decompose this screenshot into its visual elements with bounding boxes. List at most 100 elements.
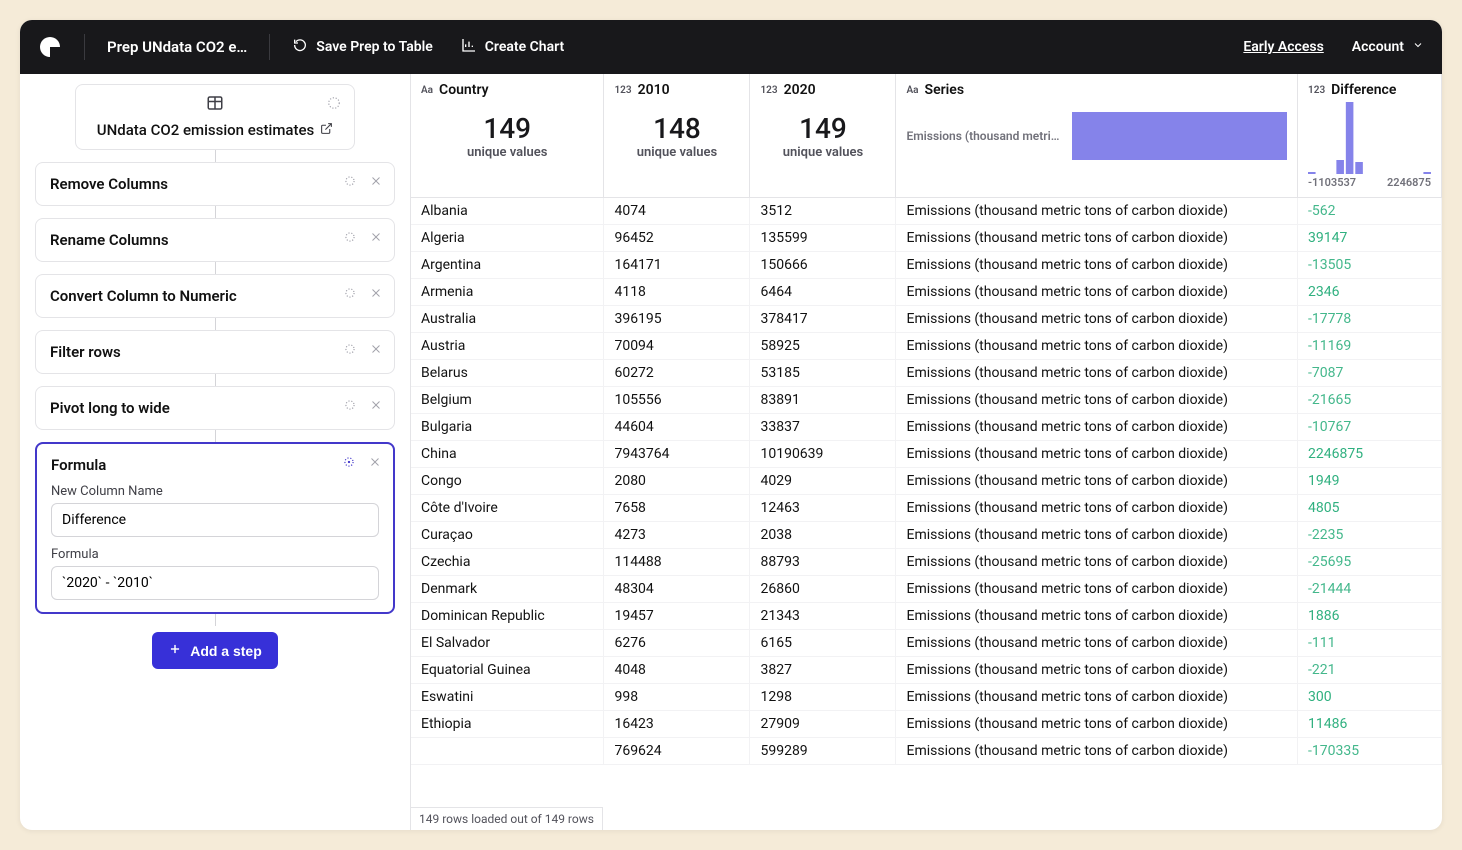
cell-y2010: 19457 [604, 603, 750, 630]
table-row[interactable]: Bulgaria4460433837Emissions (thousand me… [411, 414, 1442, 441]
col-header-series[interactable]: AaSeries Emissions (thousand metri… [896, 74, 1298, 198]
table-row[interactable]: Australia396195378417Emissions (thousand… [411, 306, 1442, 333]
save-prep-button[interactable]: Save Prep to Table [292, 37, 432, 57]
close-icon[interactable] [368, 229, 384, 245]
table-row[interactable]: Denmark4830426860Emissions (thousand met… [411, 576, 1442, 603]
formula-input[interactable] [51, 566, 379, 600]
cell-y2020: 12463 [750, 495, 896, 522]
table-row[interactable]: Argentina164171150666Emissions (thousand… [411, 252, 1442, 279]
save-icon [292, 37, 308, 57]
data-table-wrap[interactable]: AaCountry 149unique values 1232010 148un… [410, 74, 1442, 830]
cell-y2020: 58925 [750, 333, 896, 360]
cell-y2010: 7658 [604, 495, 750, 522]
create-chart-button[interactable]: Create Chart [461, 37, 564, 57]
add-step-button[interactable]: Add a step [152, 632, 278, 669]
cell-y2010: 769624 [604, 738, 750, 765]
close-icon[interactable] [368, 285, 384, 301]
cell-y2010: 105556 [604, 387, 750, 414]
close-icon[interactable] [368, 341, 384, 357]
col-header-2010[interactable]: 1232010 148unique values [604, 74, 750, 198]
cell-y2020: 21343 [750, 603, 896, 630]
step-remove-columns[interactable]: Remove Columns [35, 162, 395, 206]
cell-y2020: 1298 [750, 684, 896, 711]
col-header-2020[interactable]: 1232020 149unique values [750, 74, 896, 198]
refresh-icon[interactable] [342, 285, 358, 301]
cell-series: Emissions (thousand metric tons of carbo… [896, 711, 1298, 738]
source-options-icon[interactable] [326, 95, 342, 111]
col-header-country[interactable]: AaCountry 149unique values [411, 74, 604, 198]
account-label: Account [1352, 39, 1404, 55]
new-column-label: New Column Name [51, 484, 379, 499]
cell-y2010: 4048 [604, 657, 750, 684]
table-row[interactable]: Dominican Republic1945721343Emissions (t… [411, 603, 1442, 630]
cell-y2020: 599289 [750, 738, 896, 765]
table-row[interactable]: El Salvador62766165Emissions (thousand m… [411, 630, 1442, 657]
table-row[interactable]: 769624599289Emissions (thousand metric t… [411, 738, 1442, 765]
col-header-difference[interactable]: 123Difference [1298, 74, 1442, 198]
refresh-icon[interactable] [342, 173, 358, 189]
cell-y2020: 4029 [750, 468, 896, 495]
table-row[interactable]: Albania40743512Emissions (thousand metri… [411, 198, 1442, 225]
cell-country: Austria [411, 333, 604, 360]
cell-series: Emissions (thousand metric tons of carbo… [896, 657, 1298, 684]
source-card[interactable]: UNdata CO2 emission estimates [75, 84, 355, 150]
step-filter-rows[interactable]: Filter rows [35, 330, 395, 374]
table-row[interactable]: Côte d'Ivoire765812463Emissions (thousan… [411, 495, 1442, 522]
table-row[interactable]: Eswatini9981298Emissions (thousand metri… [411, 684, 1442, 711]
account-menu[interactable]: Account [1352, 39, 1424, 55]
step-formula[interactable]: Formula New Column Name Fo [35, 442, 395, 614]
cell-diff: 39147 [1298, 225, 1442, 252]
cell-diff: -17778 [1298, 306, 1442, 333]
cell-series: Emissions (thousand metric tons of carbo… [896, 441, 1298, 468]
early-access-link[interactable]: Early Access [1243, 39, 1323, 55]
refresh-icon[interactable] [342, 397, 358, 413]
cell-y2010: 48304 [604, 576, 750, 603]
close-icon[interactable] [368, 173, 384, 189]
cell-series: Emissions (thousand metric tons of carbo… [896, 468, 1298, 495]
cell-y2010: 6276 [604, 630, 750, 657]
close-icon[interactable] [367, 454, 383, 470]
cell-diff: -21665 [1298, 387, 1442, 414]
table-row[interactable]: Algeria96452135599Emissions (thousand me… [411, 225, 1442, 252]
table-row[interactable]: Belgium10555683891Emissions (thousand me… [411, 387, 1442, 414]
close-icon[interactable] [368, 397, 384, 413]
new-column-input[interactable] [51, 503, 379, 537]
table-row[interactable]: Austria7009458925Emissions (thousand met… [411, 333, 1442, 360]
table-row[interactable]: Belarus6027253185Emissions (thousand met… [411, 360, 1442, 387]
table-row[interactable]: Curaçao42732038Emissions (thousand metri… [411, 522, 1442, 549]
app-logo-icon [38, 35, 62, 59]
table-row[interactable]: Czechia11448888793Emissions (thousand me… [411, 549, 1442, 576]
cell-diff: -2235 [1298, 522, 1442, 549]
table-row[interactable]: China794376410190639Emissions (thousand … [411, 441, 1442, 468]
page-title: Prep UNdata CO2 e… [107, 38, 247, 56]
cell-series: Emissions (thousand metric tons of carbo… [896, 333, 1298, 360]
cell-diff: -170335 [1298, 738, 1442, 765]
refresh-icon[interactable] [342, 341, 358, 357]
table-row[interactable]: Armenia41186464Emissions (thousand metri… [411, 279, 1442, 306]
step-pivot-long-to-wide[interactable]: Pivot long to wide [35, 386, 395, 430]
cell-diff: 1886 [1298, 603, 1442, 630]
chevron-down-icon [1412, 39, 1424, 55]
cell-y2010: 114488 [604, 549, 750, 576]
cell-diff: -11169 [1298, 333, 1442, 360]
refresh-icon[interactable] [342, 229, 358, 245]
table-row[interactable]: Congo20804029Emissions (thousand metric … [411, 468, 1442, 495]
step-convert-column-to-numeric[interactable]: Convert Column to Numeric [35, 274, 395, 318]
cell-diff: -221 [1298, 657, 1442, 684]
cell-y2010: 164171 [604, 252, 750, 279]
cell-diff: 2346 [1298, 279, 1442, 306]
cell-y2010: 70094 [604, 333, 750, 360]
cell-diff: 4805 [1298, 495, 1442, 522]
cell-y2010: 4273 [604, 522, 750, 549]
step-title: Remove Columns [50, 175, 380, 193]
table-row[interactable]: Equatorial Guinea40483827Emissions (thou… [411, 657, 1442, 684]
data-table: AaCountry 149unique values 1232010 148un… [411, 74, 1442, 765]
step-rename-columns[interactable]: Rename Columns [35, 218, 395, 262]
step-title: Pivot long to wide [50, 399, 380, 417]
cell-country: Dominican Republic [411, 603, 604, 630]
cell-country: Albania [411, 198, 604, 225]
table-row[interactable]: Ethiopia1642327909Emissions (thousand me… [411, 711, 1442, 738]
cell-y2020: 88793 [750, 549, 896, 576]
rows-loaded-status: 149 rows loaded out of 149 rows [411, 807, 603, 830]
refresh-icon[interactable] [341, 454, 357, 470]
